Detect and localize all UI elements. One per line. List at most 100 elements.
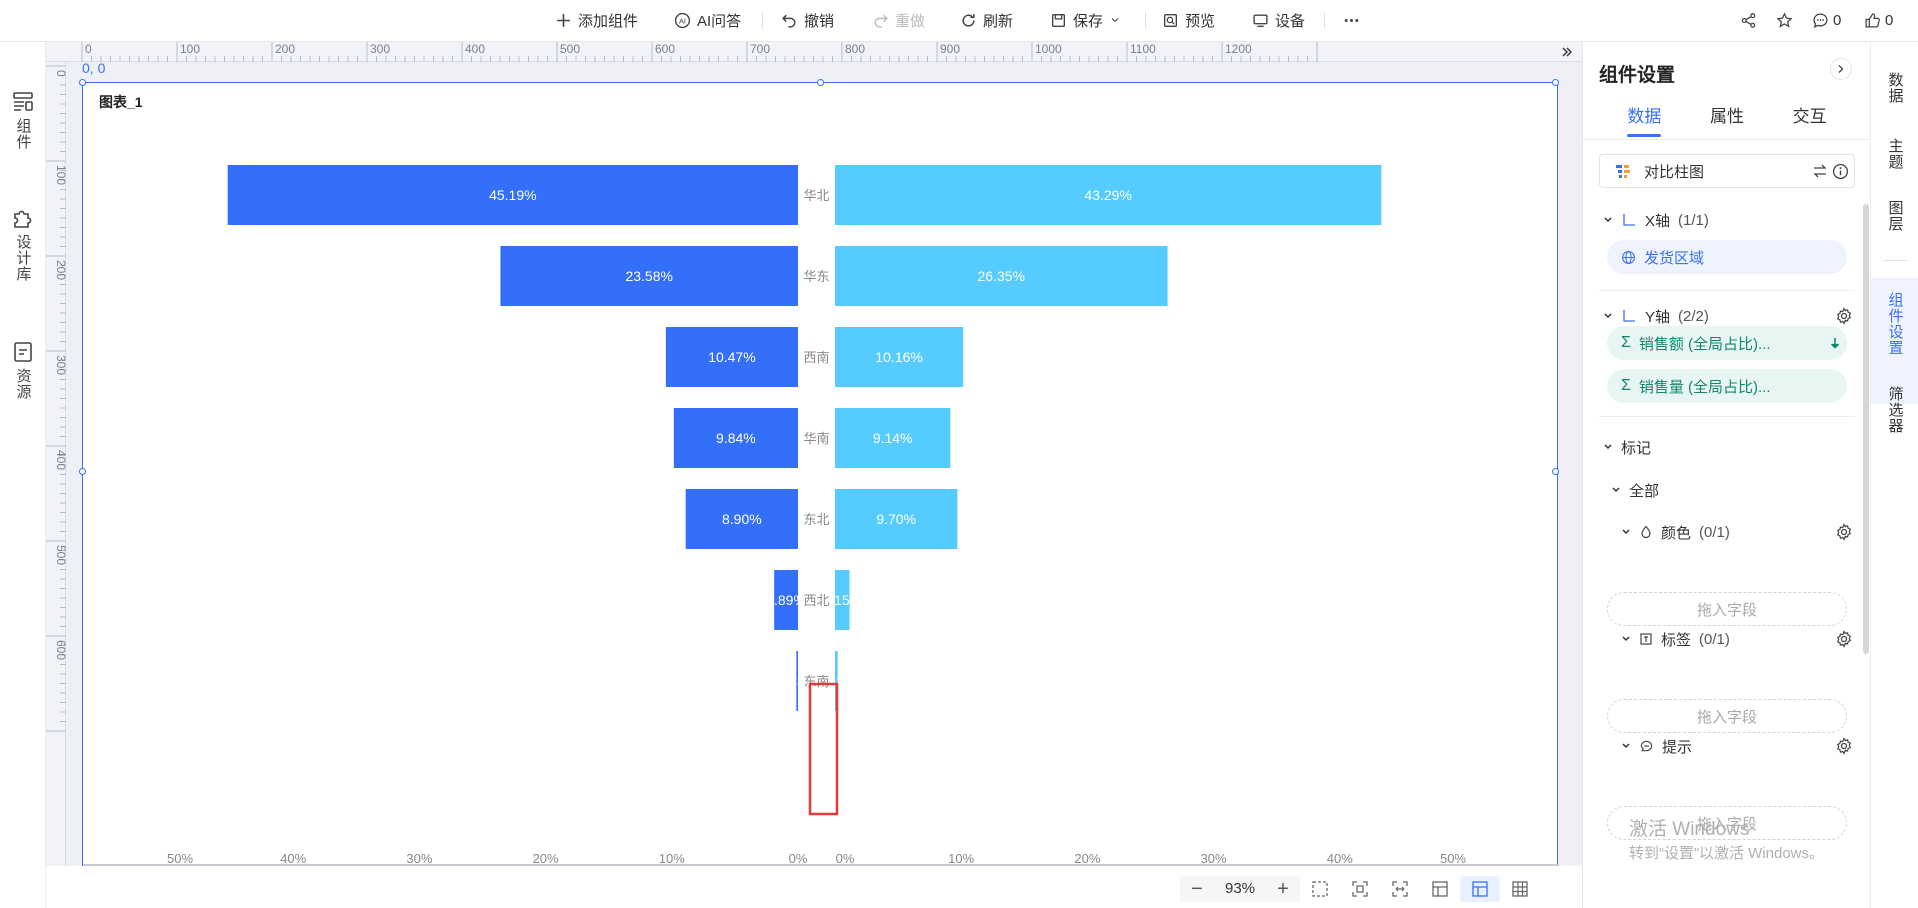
redo-button[interactable]: 重做: [872, 0, 925, 40]
chevron-down-icon: [1622, 636, 1630, 642]
zoom-in-button[interactable]: +: [1266, 876, 1300, 902]
sidebar-item-components[interactable]: 组件: [0, 90, 46, 150]
tooltip-icon: [1640, 740, 1653, 751]
thumbs-up-icon: [1865, 12, 1880, 28]
info-icon[interactable]: [1832, 163, 1849, 180]
marks-section[interactable]: 标记: [1603, 435, 1859, 459]
bar-value-label: 8.90%: [722, 511, 762, 527]
globe-icon: [1622, 250, 1635, 264]
label-mark-section[interactable]: 标签 (0/1): [1621, 627, 1859, 651]
resize-handle[interactable]: [79, 79, 86, 86]
save-label: 保存: [1073, 12, 1104, 30]
rail-item-data[interactable]: 数据: [1871, 72, 1918, 104]
select-area-button[interactable]: [1300, 876, 1340, 902]
gear-icon[interactable]: [1835, 737, 1853, 755]
gear-icon[interactable]: [1835, 630, 1853, 648]
label-drop-zone[interactable]: 拖入字段: [1607, 699, 1847, 733]
puzzle-icon: [14, 210, 32, 228]
fit-width-button[interactable]: [1380, 876, 1420, 902]
refresh-label: 刷新: [983, 12, 1014, 30]
y-axis-section[interactable]: Y轴 (2/2): [1603, 304, 1859, 328]
sort-desc-icon[interactable]: [1829, 337, 1841, 349]
chart-type-selector[interactable]: 对比柱图: [1599, 154, 1855, 188]
switch-icon[interactable]: [1812, 163, 1828, 179]
rail-item-theme[interactable]: 主题: [1871, 138, 1918, 170]
rail-item-layers[interactable]: 图层: [1871, 200, 1918, 232]
tab-interaction[interactable]: 交互: [1793, 98, 1827, 139]
preview-label: 预览: [1185, 12, 1216, 30]
sidebar-item-resources[interactable]: 资源: [0, 340, 46, 400]
refresh-button[interactable]: 刷新: [960, 0, 1013, 40]
redo-icon: [874, 14, 888, 28]
comments-button[interactable]: 0: [1812, 0, 1841, 40]
favorite-button[interactable]: [1776, 0, 1793, 40]
y-axis-field-pill[interactable]: Σ 销售量 (全局占比)...: [1607, 369, 1847, 403]
device-button[interactable]: 设备: [1252, 0, 1305, 40]
save-button[interactable]: 保存: [1050, 0, 1121, 40]
ruler-tick-label: 0: [54, 70, 66, 77]
sidebar-item-design-library[interactable]: 设计库: [0, 206, 46, 282]
canvas-scrollbar[interactable]: [83, 864, 1559, 866]
undo-button[interactable]: 撤销: [781, 0, 834, 40]
grid-layout-button[interactable]: [1460, 876, 1500, 902]
star-icon: [1776, 11, 1793, 28]
rail-item-filters[interactable]: 筛选器: [1871, 386, 1918, 434]
marks-label: 标记: [1621, 439, 1652, 457]
tab-properties[interactable]: 属性: [1710, 98, 1744, 139]
x-axis-section[interactable]: X轴 (1/1): [1603, 208, 1859, 232]
sidebar-label-design-library: 设计库: [14, 234, 32, 282]
x-axis-field-pill[interactable]: 发货区域: [1607, 240, 1847, 274]
x-axis-icon: [1623, 214, 1635, 226]
expand-right-icon[interactable]: [1558, 42, 1576, 62]
bar-value-label: 9.84%: [716, 430, 756, 446]
resize-handle[interactable]: [817, 79, 824, 86]
y-axis-field-label: 销售量 (全局占比)...: [1638, 378, 1771, 396]
likes-button[interactable]: 0: [1864, 0, 1893, 40]
right-rail: 数据 主题 图层 组件设置 筛选器: [1870, 42, 1918, 908]
tooltip-mark-section[interactable]: 提示: [1621, 734, 1859, 758]
origin-label: 0, 0: [82, 60, 106, 76]
preview-button[interactable]: 预览: [1162, 0, 1215, 40]
panel-scrollbar[interactable]: [1863, 204, 1869, 654]
color-mark-section[interactable]: 颜色 (0/1): [1621, 520, 1859, 544]
chart-title: 图表_1: [99, 94, 143, 110]
resize-handle[interactable]: [1552, 79, 1559, 86]
ruler-tick-label: 300: [54, 355, 66, 375]
gear-icon[interactable]: [1835, 523, 1853, 541]
device-label: 设备: [1275, 12, 1306, 30]
tab-data[interactable]: 数据: [1627, 98, 1662, 139]
chevron-down-icon: [1604, 444, 1612, 450]
resize-handle[interactable]: [1552, 468, 1559, 475]
share-button[interactable]: [1740, 0, 1757, 40]
table-layout-button[interactable]: [1500, 876, 1540, 902]
layout-button[interactable]: [1420, 876, 1460, 902]
axis-tick-label: 40%: [1327, 851, 1353, 866]
chart-component[interactable]: 45.19% 43.29% 华北 23.58% 26.35% 华东 10.47% 10.16%…: [79, 79, 1559, 866]
y-axis-field-pill[interactable]: Σ 销售额 (全局占比)...: [1607, 326, 1847, 360]
refresh-icon: [962, 13, 975, 27]
category-label: 华东: [803, 269, 829, 284]
more-button[interactable]: [1343, 0, 1360, 40]
label-mark-count: (0/1): [1699, 630, 1730, 648]
rail-label-data: 数据: [1886, 72, 1904, 104]
ai-qa-button[interactable]: AI AI问答: [674, 0, 741, 40]
category-label: 华北: [803, 188, 829, 203]
ruler-tick-label: 200: [54, 260, 66, 280]
collapse-panel-button[interactable]: [1830, 58, 1852, 80]
chevron-down-icon: [1622, 529, 1630, 535]
zoom-out-button[interactable]: −: [1180, 876, 1214, 902]
axis-tick-label: 50%: [167, 851, 193, 866]
color-drop-zone[interactable]: 拖入字段: [1607, 592, 1847, 626]
add-component-button[interactable]: 添加组件: [555, 0, 638, 40]
zoom-value[interactable]: 93%: [1214, 876, 1266, 902]
x-axis-field-label: 发货区域: [1644, 249, 1705, 267]
design-canvas[interactable]: 0 100 200 300 400 500 600 700 800 900 1000 1100 1200…: [46, 42, 1582, 866]
component-settings-panel: 组件设置 数据 属性 交互 对比柱图 X轴 (1/1) 发货区域 Y轴 (2/2…: [1582, 42, 1871, 908]
label-icon: [1640, 633, 1652, 645]
ruler-tick-label: 900: [940, 42, 960, 56]
resize-handle[interactable]: [79, 468, 86, 475]
gear-icon[interactable]: [1835, 307, 1853, 325]
fit-screen-button[interactable]: [1340, 876, 1380, 902]
ruler-tick-label: 500: [54, 545, 66, 565]
marks-all-section[interactable]: 全部: [1611, 478, 1867, 502]
